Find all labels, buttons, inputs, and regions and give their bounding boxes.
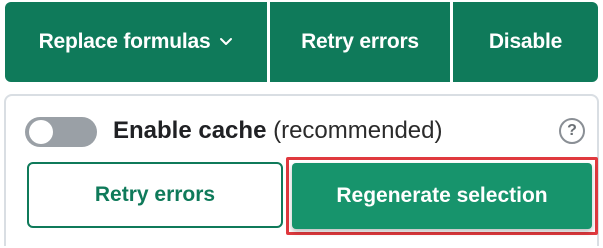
app-root: Replace formulas Retry errors Disable En… <box>0 0 603 248</box>
toolbar-retry-errors-button[interactable]: Retry errors <box>270 2 450 82</box>
action-toolbar: Replace formulas Retry errors Disable <box>5 2 598 82</box>
enable-cache-label-main: Enable cache <box>113 117 267 144</box>
replace-formulas-label: Replace formulas <box>38 30 211 53</box>
toggle-knob <box>29 120 53 144</box>
toolbar-retry-errors-label: Retry errors <box>301 30 419 53</box>
enable-cache-toggle[interactable] <box>25 117 97 147</box>
disable-label: Disable <box>488 30 563 53</box>
enable-cache-label-suffix: (recommended) <box>273 117 443 144</box>
help-glyph: ? <box>567 122 577 139</box>
retry-errors-button[interactable]: Retry errors <box>27 162 283 228</box>
regenerate-selection-button[interactable]: Regenerate selection <box>292 163 592 229</box>
enable-cache-label: Enable cache (recommended) <box>113 116 443 146</box>
chevron-down-icon <box>220 38 233 45</box>
retry-errors-label: Retry errors <box>94 183 216 206</box>
regenerate-selection-label: Regenerate selection <box>336 184 548 207</box>
disable-button[interactable]: Disable <box>453 2 598 82</box>
help-circle-icon[interactable]: ? <box>559 118 585 144</box>
replace-formulas-button[interactable]: Replace formulas <box>5 2 267 82</box>
